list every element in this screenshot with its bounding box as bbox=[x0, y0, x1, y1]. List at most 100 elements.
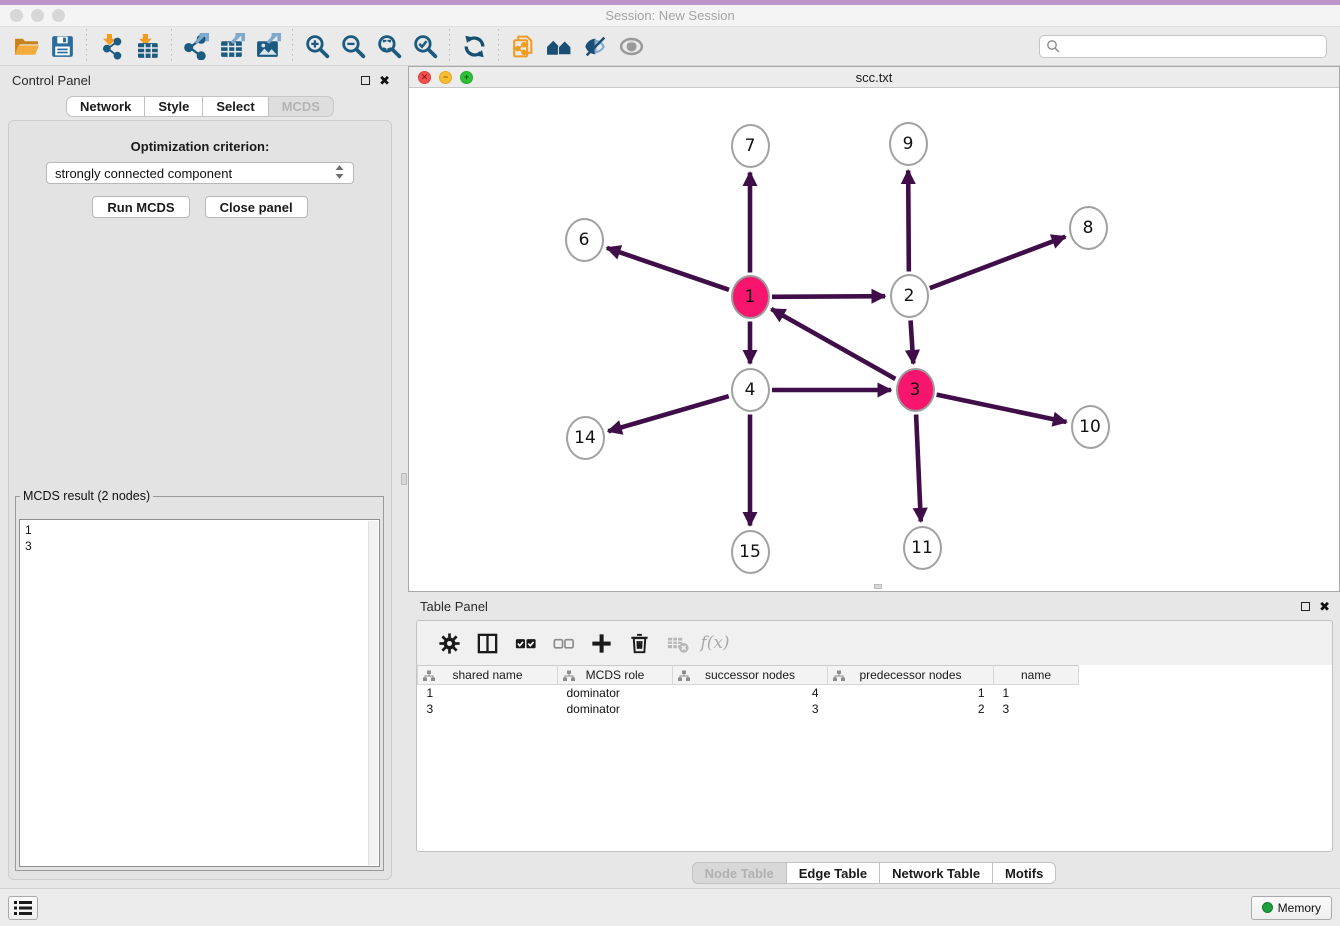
edge-3-11[interactable] bbox=[916, 414, 921, 521]
open-session-button[interactable] bbox=[8, 29, 44, 63]
cell-name[interactable]: 3 bbox=[994, 701, 1079, 717]
duplicate-network-button[interactable] bbox=[505, 29, 541, 63]
control-panel-header: Control Panel ✖ bbox=[0, 66, 400, 90]
export-network-button[interactable] bbox=[178, 29, 214, 63]
column-header-MCDS-role[interactable]: MCDS role bbox=[558, 666, 673, 685]
cell-successor-nodes[interactable]: 4 bbox=[673, 685, 828, 701]
tab-mcds[interactable]: MCDS bbox=[269, 96, 334, 117]
import-table-button[interactable] bbox=[129, 29, 165, 63]
criterion-value: strongly connected component bbox=[55, 166, 232, 181]
graph-node-15[interactable]: 15 bbox=[731, 530, 770, 574]
memory-status-icon bbox=[1262, 902, 1273, 913]
column-header-name[interactable]: name bbox=[994, 666, 1079, 685]
search-input[interactable] bbox=[1039, 35, 1327, 58]
edge-2-8[interactable] bbox=[930, 237, 1065, 288]
column-header-successor-nodes[interactable]: successor nodes bbox=[673, 666, 828, 685]
float-panel-icon[interactable] bbox=[361, 76, 370, 85]
run-mcds-button[interactable]: Run MCDS bbox=[92, 196, 189, 218]
save-session-button[interactable] bbox=[44, 29, 80, 63]
task-history-button[interactable] bbox=[8, 896, 38, 920]
graph-node-1[interactable]: 1 bbox=[731, 275, 770, 319]
toolbar-separator bbox=[171, 29, 172, 63]
columns-icon bbox=[475, 631, 500, 656]
edge-1-2[interactable] bbox=[772, 296, 885, 297]
edge-3-10[interactable] bbox=[937, 395, 1067, 422]
export-table-button[interactable] bbox=[214, 29, 250, 63]
cell-name[interactable]: 1 bbox=[994, 685, 1079, 701]
select-all-checkboxes-button[interactable] bbox=[509, 628, 541, 658]
tab-network[interactable]: Network bbox=[66, 96, 145, 117]
attribute-tree-icon bbox=[423, 670, 435, 682]
refresh-button[interactable] bbox=[456, 29, 492, 63]
columns-button[interactable] bbox=[471, 628, 503, 658]
edge-1-6[interactable] bbox=[607, 248, 729, 290]
tab-motifs[interactable]: Motifs bbox=[993, 862, 1056, 884]
table-row[interactable]: 1dominator411 bbox=[418, 685, 1079, 701]
show-graphics-details-button[interactable] bbox=[577, 29, 613, 63]
close-table-panel-icon[interactable]: ✖ bbox=[1319, 600, 1330, 613]
show-all-networks-icon bbox=[546, 33, 573, 60]
export-image-button[interactable] bbox=[250, 29, 286, 63]
graph-node-2[interactable]: 2 bbox=[890, 274, 929, 318]
delete-row-button[interactable] bbox=[623, 628, 655, 658]
divider-grip[interactable] bbox=[401, 473, 407, 485]
cell-predecessor-nodes[interactable]: 1 bbox=[828, 685, 994, 701]
graph-node-10[interactable]: 10 bbox=[1071, 405, 1110, 449]
column-header-shared-name[interactable]: shared name bbox=[418, 666, 558, 685]
tab-node-table[interactable]: Node Table bbox=[692, 862, 787, 884]
tab-style[interactable]: Style bbox=[145, 96, 203, 117]
node-table-container: f(x) shared nameMCDS rolesuccessor nodes… bbox=[416, 620, 1333, 852]
show-all-networks-button[interactable] bbox=[541, 29, 577, 63]
gear-icon bbox=[437, 631, 462, 656]
right-side: ✕ − + scc.txt 796812431 bbox=[408, 66, 1340, 888]
mcds-result-list[interactable]: 13 bbox=[19, 519, 380, 867]
float-table-panel-icon[interactable] bbox=[1301, 602, 1310, 611]
import-network-button[interactable] bbox=[93, 29, 129, 63]
graph-node-14[interactable]: 14 bbox=[566, 416, 605, 460]
cell-predecessor-nodes[interactable]: 2 bbox=[828, 701, 994, 717]
graph-node-8[interactable]: 8 bbox=[1069, 206, 1108, 250]
birdseye-view-button[interactable] bbox=[613, 29, 649, 63]
cell-successor-nodes[interactable]: 3 bbox=[673, 701, 828, 717]
table-row[interactable]: 3dominator323 bbox=[418, 701, 1079, 717]
edge-2-9[interactable] bbox=[908, 170, 909, 271]
column-header-predecessor-nodes[interactable]: predecessor nodes bbox=[828, 666, 994, 685]
close-panel-button[interactable]: Close panel bbox=[205, 196, 308, 218]
tab-select[interactable]: Select bbox=[203, 96, 268, 117]
edge-3-1[interactable] bbox=[771, 309, 895, 379]
cell-shared-name[interactable]: 3 bbox=[418, 701, 558, 717]
close-panel-icon[interactable]: ✖ bbox=[379, 74, 390, 87]
import-table-icon bbox=[134, 33, 161, 60]
save-session-icon bbox=[49, 33, 76, 60]
deselect-all-checkboxes-button[interactable] bbox=[547, 628, 579, 658]
cell-MCDS-role[interactable]: dominator bbox=[558, 701, 673, 717]
graph-node-7[interactable]: 7 bbox=[731, 124, 770, 168]
result-scrollbar[interactable] bbox=[368, 521, 378, 865]
cell-shared-name[interactable]: 1 bbox=[418, 685, 558, 701]
criterion-select[interactable]: strongly connected component bbox=[46, 162, 354, 184]
edge-2-3[interactable] bbox=[911, 320, 914, 363]
import-network-icon bbox=[98, 33, 125, 60]
graph-node-6[interactable]: 6 bbox=[565, 218, 604, 262]
mcds-buttons: Run MCDS Close panel bbox=[9, 196, 391, 218]
mac-titlebar: Session: New Session bbox=[0, 5, 1340, 27]
graph-node-3[interactable]: 3 bbox=[896, 368, 935, 412]
graph-node-4[interactable]: 4 bbox=[731, 368, 770, 412]
graph-node-11[interactable]: 11 bbox=[903, 526, 942, 570]
zoom-selected-button[interactable] bbox=[407, 29, 443, 63]
tab-edge-table[interactable]: Edge Table bbox=[787, 862, 880, 884]
edge-4-14[interactable] bbox=[608, 396, 729, 431]
cell-MCDS-role[interactable]: dominator bbox=[558, 685, 673, 701]
zoom-fit-button[interactable] bbox=[371, 29, 407, 63]
graph-node-9[interactable]: 9 bbox=[889, 122, 928, 166]
panel-split-divider[interactable] bbox=[400, 66, 408, 888]
network-canvas[interactable]: 7 9 6 8 1 2 4 3 14 10 15 11 bbox=[409, 88, 1339, 591]
gear-button[interactable] bbox=[433, 628, 465, 658]
canvas-resize-grip[interactable] bbox=[874, 584, 882, 589]
main-toolbar bbox=[0, 27, 1340, 66]
zoom-out-button[interactable] bbox=[335, 29, 371, 63]
tab-network-table[interactable]: Network Table bbox=[880, 862, 993, 884]
zoom-in-button[interactable] bbox=[299, 29, 335, 63]
memory-button[interactable]: Memory bbox=[1251, 896, 1332, 920]
add-row-button[interactable] bbox=[585, 628, 617, 658]
